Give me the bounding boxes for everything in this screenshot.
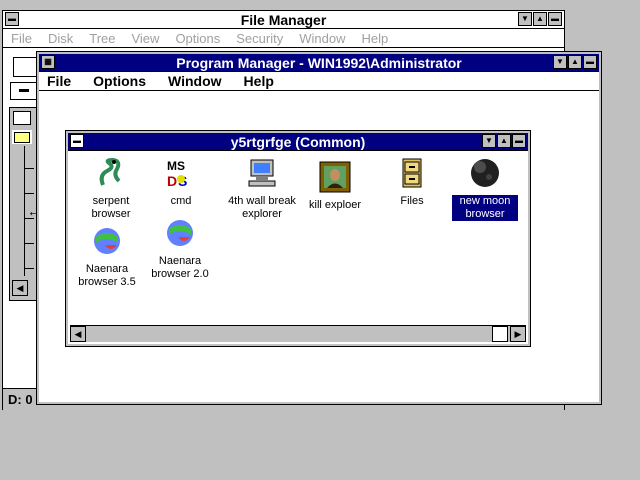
scroll-right-button[interactable]: ▶ xyxy=(510,326,526,342)
file-manager-title: File Manager xyxy=(240,12,327,28)
icon-label: Files xyxy=(400,195,424,207)
tree-lines xyxy=(24,146,25,276)
msdos-icon: MSDS xyxy=(166,158,196,189)
moon-icon xyxy=(471,159,499,187)
file-manager-titlebar[interactable]: ▬ File Manager ▼ ▲ ▬ xyxy=(3,11,564,29)
fm-menu-file[interactable]: File xyxy=(11,31,32,46)
menu-help[interactable]: Help xyxy=(244,73,274,89)
icon-label: 4th wall break explorer xyxy=(228,195,296,220)
fm-menu-security[interactable]: Security xyxy=(236,31,283,46)
restore-button[interactable]: ▬ xyxy=(548,12,562,26)
icon-label: cmd xyxy=(170,195,192,207)
group-title: y5rtgrfge (Common) xyxy=(230,134,366,150)
horizontal-scrollbar[interactable]: ◀ ▶ xyxy=(70,325,526,342)
scroll-thumb[interactable] xyxy=(492,326,508,342)
drive-icon[interactable]: ▬ xyxy=(10,82,38,100)
program-icon-naenara-browser-3-5[interactable]: Naenara browser 3.5 xyxy=(72,225,142,289)
group-titlebar[interactable]: ▬ y5rtgrfge (Common) ▼ ▲ ▬ xyxy=(68,133,528,151)
folder-icon xyxy=(12,130,32,144)
restore-button[interactable]: ▬ xyxy=(583,55,597,69)
program-icon-serpent-browser[interactable]: serpent browser xyxy=(76,157,146,221)
program-icon-files[interactable]: Files xyxy=(382,157,442,208)
program-manager-menubar: File Options Window Help xyxy=(39,72,599,91)
file-manager-menubar: File Disk Tree View Options Security Window Hel… xyxy=(3,29,564,48)
tree-window-icon xyxy=(13,111,31,125)
program-manager-titlebar[interactable]: ▦ Program Manager - WIN1992\Administrato… xyxy=(39,54,599,72)
program-manager-title: Program Manager - WIN1992\Administrator xyxy=(176,55,462,71)
program-icon-naenara-browser-2-0[interactable]: Naenara browser 2.0 xyxy=(144,217,216,281)
scroll-left-button[interactable]: ◀ xyxy=(70,326,86,342)
program-icon-new-moon-browser[interactable]: new moon browser xyxy=(452,157,518,221)
minimize-button[interactable]: ▼ xyxy=(553,55,567,69)
portrait-icon xyxy=(319,161,351,193)
icon-label: serpent browser xyxy=(91,195,131,220)
computer-icon xyxy=(248,159,276,187)
menu-file[interactable]: File xyxy=(47,73,71,89)
minimize-button[interactable]: ▼ xyxy=(518,12,532,26)
group-window[interactable]: ▬ y5rtgrfge (Common) ▼ ▲ ▬ serpent browse… xyxy=(65,130,531,347)
file-cabinet-icon xyxy=(402,158,422,188)
fm-menu-disk[interactable]: Disk xyxy=(48,31,73,46)
minimize-button[interactable]: ▼ xyxy=(482,134,496,148)
globe-icon xyxy=(167,220,193,246)
program-icon-cmd[interactable]: MSDS cmd xyxy=(148,157,214,208)
fm-menu-options[interactable]: Options xyxy=(175,31,220,46)
restore-button[interactable]: ▬ xyxy=(512,134,526,148)
globe-icon xyxy=(94,228,120,254)
svg-text:MS: MS xyxy=(167,159,185,173)
icon-label: Naenara browser 2.0 xyxy=(151,255,209,280)
maximize-button[interactable]: ▲ xyxy=(497,134,511,148)
system-menu-icon[interactable]: ▬ xyxy=(70,134,84,148)
icon-label-selected: new moon browser xyxy=(452,195,518,221)
maximize-button[interactable]: ▲ xyxy=(568,55,582,69)
menu-options[interactable]: Options xyxy=(93,73,146,89)
tree-scroll-left[interactable]: ◀ xyxy=(12,280,28,296)
program-icon-kill-exploer[interactable]: kill exploer xyxy=(304,161,366,212)
serpent-icon xyxy=(99,157,121,186)
fm-menu-tree[interactable]: Tree xyxy=(89,31,115,46)
icon-label: kill exploer xyxy=(309,199,361,211)
maximize-button[interactable]: ▲ xyxy=(533,12,547,26)
program-icon-4th-wall-break-explorer[interactable]: 4th wall break explorer xyxy=(218,157,306,221)
system-menu-icon[interactable]: ▦ xyxy=(41,55,55,69)
system-menu-icon[interactable]: ▬ xyxy=(5,12,19,26)
menu-window[interactable]: Window xyxy=(168,73,222,89)
svg-text:D: D xyxy=(167,173,177,189)
fm-menu-view[interactable]: View xyxy=(131,31,159,46)
fm-menu-help[interactable]: Help xyxy=(361,31,388,46)
fm-menu-window[interactable]: Window xyxy=(299,31,345,46)
drive-toolbar-button[interactable] xyxy=(13,57,37,77)
icon-label: Naenara browser 3.5 xyxy=(78,263,136,288)
status-drive-text: D: 0 xyxy=(8,392,33,407)
